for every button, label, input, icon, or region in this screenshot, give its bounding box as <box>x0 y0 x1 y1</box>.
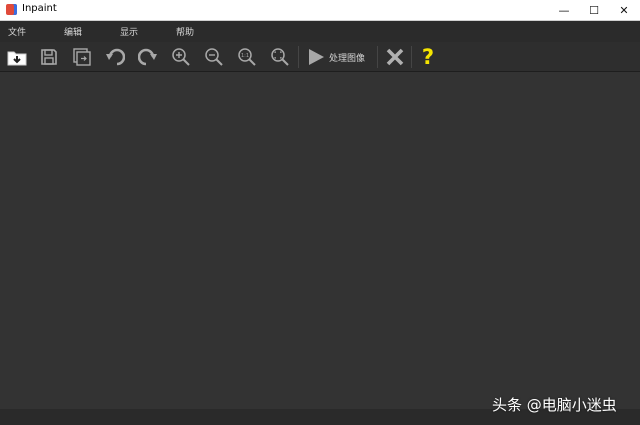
menu-view[interactable]: 显示 <box>120 25 138 38</box>
menu-file[interactable]: 文件 <box>8 25 26 38</box>
redo-button[interactable] <box>136 45 160 69</box>
save-as-icon <box>73 48 91 66</box>
close-button[interactable]: ✕ <box>609 0 639 21</box>
minimize-button[interactable]: — <box>549 0 579 21</box>
save-as-button[interactable] <box>70 45 94 69</box>
help-icon: ? <box>421 45 435 69</box>
menu-edit[interactable]: 编辑 <box>64 25 82 38</box>
menu-help[interactable]: 帮助 <box>176 25 194 38</box>
toolbar: 1:1 处理图像 ? <box>0 42 640 72</box>
window-title: Inpaint <box>22 3 57 14</box>
toolbar-separator <box>298 46 299 68</box>
save-button[interactable] <box>37 45 61 69</box>
play-icon <box>309 49 324 65</box>
minimize-icon: — <box>558 4 570 17</box>
undo-icon <box>106 48 125 66</box>
maximize-button[interactable]: ☐ <box>579 0 609 21</box>
zoom-in-button[interactable] <box>169 45 193 69</box>
close-icon: ✕ <box>619 4 629 17</box>
zoom-out-icon <box>205 48 223 66</box>
open-folder-icon <box>7 51 27 66</box>
open-button[interactable] <box>5 45 29 69</box>
redo-icon <box>138 48 157 66</box>
clear-button[interactable] <box>383 45 407 69</box>
process-image-label: 处理图像 <box>329 54 366 64</box>
image-canvas[interactable] <box>0 72 640 409</box>
zoom-actual-size-label: 1:1 <box>241 53 249 59</box>
zoom-actual-size-button[interactable]: 1:1 <box>235 45 259 69</box>
help-button[interactable]: ? <box>416 45 440 69</box>
zoom-fit-icon <box>271 48 289 66</box>
menu-bar: 文件 编辑 显示 帮助 <box>0 21 640 42</box>
app-icon <box>6 4 17 15</box>
toolbar-separator <box>377 46 378 68</box>
title-bar: Inpaint — ☐ ✕ <box>0 0 640 21</box>
zoom-in-icon <box>172 48 190 66</box>
close-x-icon <box>386 48 404 66</box>
zoom-actual-size-icon: 1:1 <box>238 48 256 66</box>
undo-button[interactable] <box>103 45 127 69</box>
maximize-icon: ☐ <box>589 4 599 17</box>
toolbar-separator <box>411 46 412 68</box>
watermark-text: 头条 @电脑小迷虫 <box>492 396 617 414</box>
zoom-fit-button[interactable] <box>268 45 292 69</box>
save-icon <box>41 49 57 65</box>
zoom-out-button[interactable] <box>202 45 226 69</box>
